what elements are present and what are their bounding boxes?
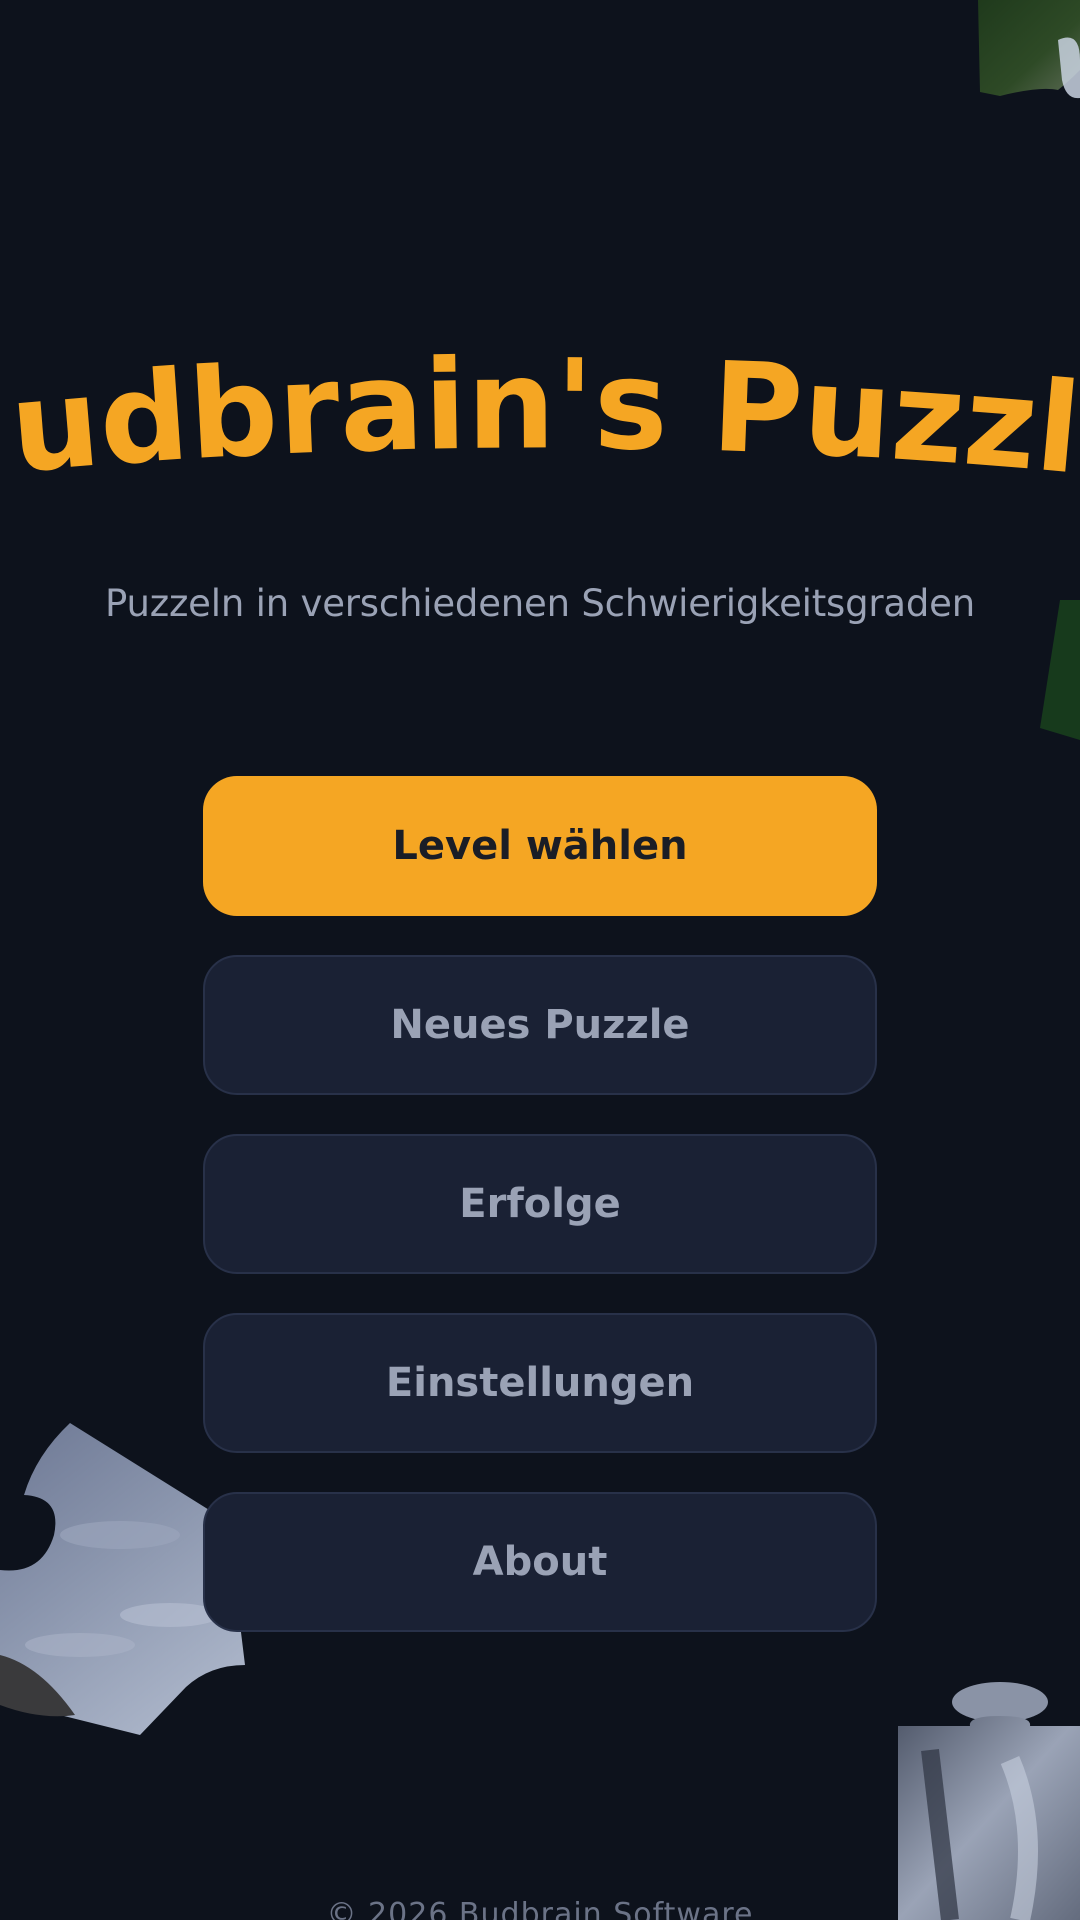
level-select-button[interactable]: Level wählen: [203, 776, 877, 916]
app-title-text: Budbrain's Puzzle: [0, 310, 1080, 502]
app-subtitle: Puzzeln in verschiedenen Schwierigkeitsg…: [105, 582, 975, 625]
new-puzzle-button[interactable]: Neues Puzzle: [203, 955, 877, 1095]
achievements-button[interactable]: Erfolge: [203, 1134, 877, 1274]
copyright-footer: © 2026 Budbrain Software: [326, 1897, 754, 1920]
app-title: Budbrain's Puzzle: [0, 310, 1080, 510]
svg-text:Budbrain's Puzzle: Budbrain's Puzzle: [0, 310, 1080, 502]
about-button[interactable]: About: [203, 1492, 877, 1632]
puzzle-piece-forest-icon: [978, 0, 1080, 99]
main-menu-screen: Budbrain's Puzzle Puzzeln in verschieden…: [0, 0, 1080, 1920]
settings-button[interactable]: Einstellungen: [203, 1313, 877, 1453]
puzzle-piece-waterfall-icon: [898, 1682, 1080, 1920]
main-menu: Level wählen Neues Puzzle Erfolge Einste…: [203, 776, 877, 1671]
